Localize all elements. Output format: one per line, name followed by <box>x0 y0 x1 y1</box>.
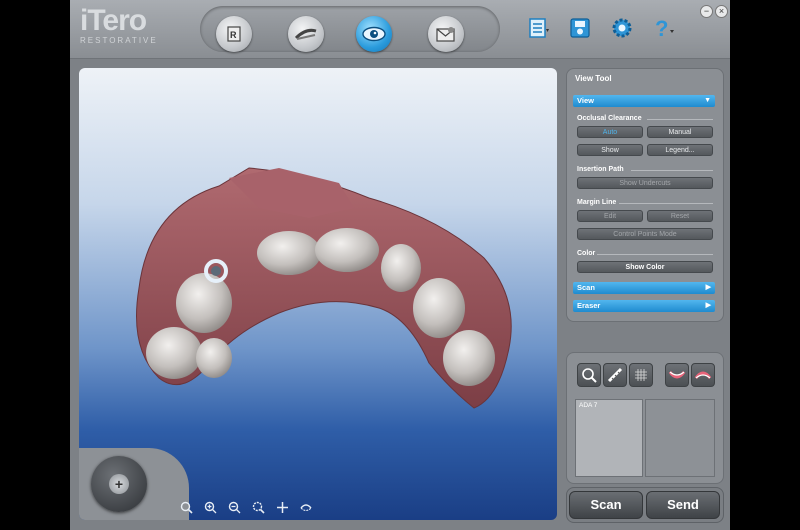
scan-wand-icon <box>295 28 317 40</box>
app-logo: iTero RESTORATIVE <box>80 4 158 46</box>
navigation-corner: + <box>79 448 189 520</box>
divider <box>619 203 713 204</box>
view-eye-icon <box>362 26 386 42</box>
occlusal-show-button[interactable]: Show <box>577 144 643 156</box>
3d-viewport[interactable]: + <box>79 68 557 520</box>
color-label: Color <box>577 250 596 257</box>
pan-arrows-icon <box>276 501 288 513</box>
help-button[interactable]: ? <box>650 14 678 42</box>
implant-core <box>211 266 221 276</box>
lower-jaw-icon <box>694 371 712 379</box>
rx-mode-button[interactable]: R <box>216 16 252 52</box>
close-button[interactable]: × <box>715 5 728 18</box>
segment-list[interactable]: ADA 7 <box>575 399 643 477</box>
grid-tool-button[interactable] <box>629 363 653 387</box>
control-points-mode-button[interactable]: Control Points Mode <box>577 228 713 240</box>
occlusal-auto-button[interactable]: Auto <box>577 126 643 138</box>
tooth <box>257 231 321 275</box>
tooth <box>443 330 495 386</box>
view-bar-label: View <box>577 96 594 105</box>
tooth <box>381 244 421 292</box>
save-button[interactable] <box>566 14 594 42</box>
zoom-out-icon <box>228 501 240 513</box>
settings-gear-icon <box>612 18 632 38</box>
mode-selector: R <box>200 6 500 52</box>
zoom-in-button[interactable] <box>203 500 217 514</box>
magnifier-tool-button[interactable] <box>577 363 601 387</box>
tooth <box>315 228 379 272</box>
divider <box>631 170 713 171</box>
rotate-icon <box>300 503 312 511</box>
scan-section-bar[interactable]: Scan ▶ <box>573 282 715 294</box>
zoom-fit-button[interactable] <box>179 500 193 514</box>
top-toolbar: iTero RESTORATIVE R ? − × <box>70 0 730 59</box>
view-controls <box>179 500 313 514</box>
divider <box>647 119 713 120</box>
settings-button[interactable] <box>608 14 636 42</box>
zoom-in-icon <box>204 501 216 513</box>
zoom-out-button[interactable] <box>227 500 241 514</box>
svg-text:?: ? <box>655 16 668 40</box>
pan-joystick[interactable]: + <box>91 456 147 512</box>
rotate-button[interactable] <box>299 500 313 514</box>
chevron-right-icon: ▶ <box>705 284 711 291</box>
chevron-down-icon: ▼ <box>704 97 711 104</box>
segment-panel: ADA 7 <box>566 352 724 484</box>
zoom-region-button[interactable] <box>251 500 265 514</box>
eraser-bar-label: Eraser <box>577 301 601 310</box>
ruler-icon <box>607 367 623 383</box>
loupe-icon <box>582 368 597 383</box>
tooth <box>176 273 232 333</box>
notes-button[interactable] <box>525 14 553 42</box>
zoom-fit-icon <box>180 501 193 514</box>
scan-mode-button[interactable] <box>288 16 324 52</box>
joystick-center-icon: + <box>109 474 129 494</box>
lower-jaw-button[interactable] <box>691 363 715 387</box>
view-tool-title: View Tool <box>575 74 612 83</box>
show-undercuts-button[interactable]: Show Undercuts <box>577 177 713 189</box>
insertion-path-label: Insertion Path <box>577 166 624 173</box>
zoom-region-icon <box>252 501 265 514</box>
send-mode-button[interactable] <box>428 16 464 52</box>
notes-list-icon <box>529 18 549 38</box>
view-mode-button[interactable] <box>356 16 392 52</box>
action-bar: Scan Send <box>566 487 724 523</box>
rx-form-icon: R <box>227 26 241 42</box>
segment-list-empty[interactable] <box>645 399 715 477</box>
tooth <box>196 338 232 378</box>
pan-button[interactable] <box>275 500 289 514</box>
save-disk-icon <box>570 18 590 38</box>
grid-icon <box>635 369 647 381</box>
tooth <box>146 327 202 379</box>
margin-reset-button[interactable]: Reset <box>647 210 713 222</box>
occlusal-clearance-label: Occlusal Clearance <box>577 115 642 122</box>
scan-bar-label: Scan <box>577 283 595 292</box>
occlusal-legend-button[interactable]: Legend... <box>647 144 713 156</box>
itero-window: iTero RESTORATIVE R ? − × + View Tool Vi… <box>70 0 730 530</box>
occlusal-manual-button[interactable]: Manual <box>647 126 713 138</box>
send-envelope-icon <box>436 27 455 42</box>
margin-line-label: Margin Line <box>577 199 617 206</box>
help-question-icon: ? <box>655 16 674 40</box>
tooth <box>413 278 465 338</box>
logo-subtitle: RESTORATIVE <box>80 36 158 45</box>
send-button[interactable]: Send <box>646 491 720 519</box>
logo-name: iTero <box>80 4 147 37</box>
view-tool-panel: View Tool View ▼ Occlusal Clearance Auto… <box>566 68 724 322</box>
scan-button[interactable]: Scan <box>569 491 643 519</box>
upper-jaw-icon <box>668 371 686 379</box>
measure-tool-button[interactable] <box>603 363 627 387</box>
show-color-button[interactable]: Show Color <box>577 261 713 273</box>
chevron-right-icon: ▶ <box>705 302 711 309</box>
view-section-bar[interactable]: View ▼ <box>573 95 715 107</box>
eraser-section-bar[interactable]: Eraser ▶ <box>573 300 715 312</box>
upper-jaw-button[interactable] <box>665 363 689 387</box>
list-item[interactable]: ADA 7 <box>576 400 642 411</box>
minimize-button[interactable]: − <box>700 5 713 18</box>
divider <box>597 254 713 255</box>
svg-text:R: R <box>230 30 237 40</box>
margin-edit-button[interactable]: Edit <box>577 210 643 222</box>
